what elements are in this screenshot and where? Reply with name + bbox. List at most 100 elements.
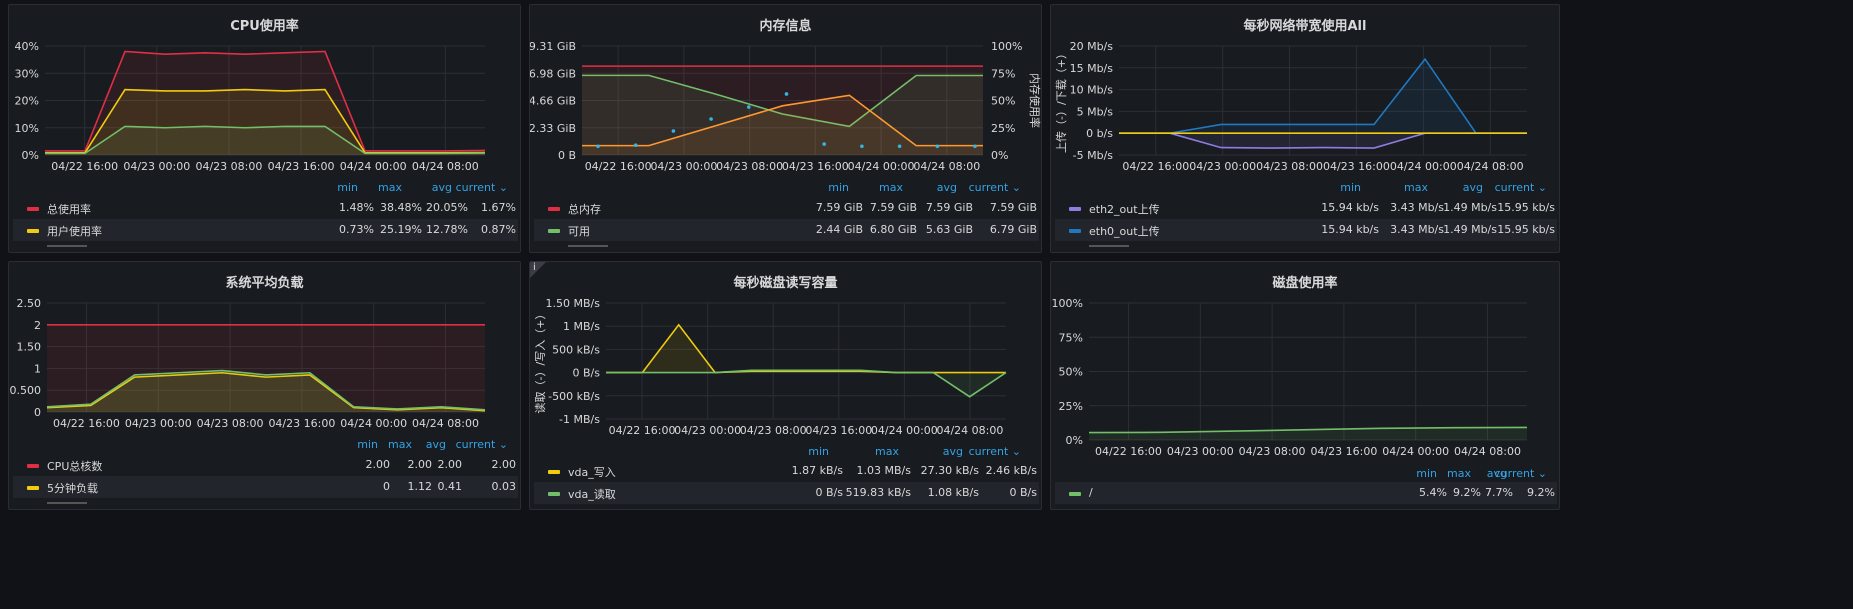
x-tick-label: 04/24 00:00 — [340, 417, 407, 430]
y-tick-label: 1.50 — [17, 341, 42, 354]
data-point — [784, 92, 789, 96]
legend-overflow-row — [13, 502, 518, 506]
legend-series-name: / — [1089, 486, 1093, 499]
legend-value-min: 1.87 kB/s — [791, 464, 843, 477]
legend-header-min[interactable]: min — [357, 438, 378, 451]
legend-value-current: 0.03 — [491, 480, 517, 493]
legend-header-current[interactable]: current ⌄ — [969, 445, 1021, 458]
legend-header-current[interactable]: current ⌄ — [969, 181, 1021, 194]
data-point — [633, 143, 638, 147]
legend-header-avg[interactable]: avg — [937, 181, 957, 194]
legend-row-cpu-cores[interactable]: CPU总核数 2.00 2.00 2.00 2.00 — [13, 454, 518, 476]
legend-header-current[interactable]: current ⌄ — [1495, 181, 1547, 194]
x-tick-label: 04/22 16:00 — [1095, 445, 1162, 458]
system-load-chart[interactable]: 2.50 2 1.50 1 0.500 0 04/22 16:00 04/23 00:00 04… — [9, 262, 521, 442]
series-color-swatch — [27, 207, 39, 211]
legend-value-current: 15.95 kb/s — [1497, 223, 1555, 236]
cpu-usage-chart[interactable]: 40% 30% 20% 10% 0% 04/22 16:00 04/23 00:00 04/2… — [9, 5, 521, 185]
x-tick-label: 04/23 08:00 — [740, 424, 807, 437]
legend-value-current: 0 B/s — [1009, 486, 1037, 499]
legend-header-min[interactable]: min — [1416, 467, 1437, 480]
y-tick-label: 2 — [34, 319, 41, 332]
data-point — [860, 144, 864, 149]
disk-usage-chart[interactable]: 100% 75% 50% 25% 0% 04/22 16:00 04/23 00:00 04/… — [1051, 262, 1560, 462]
y-tick-label: 1 MB/s — [563, 320, 600, 333]
legend-header-current[interactable]: current ⌄ — [1495, 467, 1547, 480]
legend-header-max[interactable]: max — [1447, 467, 1471, 480]
legend-value-max: 7.59 GiB — [869, 201, 917, 214]
legend-header: min max avg current ⌄ — [530, 181, 1041, 195]
legend-header-avg[interactable]: avg — [432, 181, 452, 194]
legend-row-total-memory[interactable]: 总内存 7.59 GiB 7.59 GiB 7.59 GiB 7.59 GiB — [534, 197, 1039, 219]
legend-row-eth2-out[interactable]: eth2_out上传 15.94 kb/s 3.43 Mb/s 1.49 Mb/… — [1055, 197, 1557, 219]
legend-header-min[interactable]: min — [337, 181, 358, 194]
x-tick-label: 04/23 00:00 — [650, 160, 717, 173]
legend-header-avg[interactable]: avg — [943, 445, 963, 458]
x-tick-label: 04/24 08:00 — [412, 417, 479, 430]
legend-header-max[interactable]: max — [875, 445, 899, 458]
legend-value-current: 9.2% — [1527, 486, 1555, 499]
panel-system-load[interactable]: 系统平均负载 2.50 2 1.50 1 0.500 0 04/22 16:00 04/23 … — [8, 261, 521, 510]
data-point — [897, 144, 902, 149]
panel-cpu-usage[interactable]: CPU使用率 40% 30% 20% 10% 0% 04/22 16:00 04/23 00… — [8, 4, 521, 253]
y-axis-label: 上传（-）/下载（+） — [1055, 48, 1068, 153]
legend-value-min: 0.73% — [339, 223, 374, 236]
x-tick-label: 04/23 16:00 — [268, 160, 335, 173]
legend-row-available-memory[interactable]: 可用 2.44 GiB 6.80 GiB 5.63 GiB 6.79 GiB — [534, 219, 1039, 241]
legend-header-current[interactable]: current ⌄ — [456, 181, 508, 194]
panel-network-bandwidth[interactable]: 每秒网络带宽使用All 20 Mb/s 15 Mb/s 10 Mb/s 5 Mb/s 0… — [1050, 4, 1560, 253]
legend-header-min[interactable]: min — [808, 445, 829, 458]
y-axis-label: 读取（-）/写入（+） — [533, 309, 547, 414]
x-tick-label: 04/24 08:00 — [936, 424, 1003, 437]
y-tick-label: 500 kB/s — [552, 343, 600, 356]
legend-row-root-fs[interactable]: / 5.4% 9.2% 7.7% 9.2% — [1055, 482, 1557, 504]
x-tick-label: 04/22 16:00 — [53, 417, 120, 430]
legend-row-eth0-out[interactable]: eth0_out上传 15.94 kb/s 3.43 Mb/s 1.49 Mb/… — [1055, 219, 1557, 241]
x-tick-label: 04/23 00:00 — [123, 160, 190, 173]
legend-value-min: 15.94 kb/s — [1321, 223, 1379, 236]
memory-info-chart[interactable]: 9.31 GiB 6.98 GiB 4.66 GiB 2.33 GiB 0 B 100% 7… — [530, 5, 1042, 185]
y-right-tick-label: 50% — [991, 95, 1015, 108]
legend-header-avg[interactable]: avg — [1463, 181, 1483, 194]
legend-header-max[interactable]: max — [879, 181, 903, 194]
legend-series-name: CPU总核数 — [47, 460, 103, 473]
legend-row-vda-write[interactable]: vda_写入 1.87 kB/s 1.03 MB/s 27.30 kB/s 2.… — [534, 460, 1039, 482]
y-tick-label: -1 MB/s — [559, 413, 600, 426]
legend-series-name: vda_读取 — [568, 488, 616, 501]
legend-series-name: 用户使用率 — [47, 225, 102, 238]
panel-disk-io[interactable]: i 每秒磁盘读写容量 1.50 MB/s 1 MB/s 500 kB/s 0 B/s -… — [529, 261, 1042, 510]
network-bandwidth-chart[interactable]: 20 Mb/s 15 Mb/s 10 Mb/s 5 Mb/s 0 b/s -5 Mb/s 上… — [1051, 5, 1560, 185]
data-point — [671, 129, 676, 133]
legend-value-max: 25.19% — [380, 223, 422, 236]
panel-disk-usage[interactable]: 磁盘使用率 100% 75% 50% 25% 0% 04/22 16:00 04/23 00… — [1050, 261, 1560, 510]
legend-series-name: vda_写入 — [568, 466, 616, 479]
legend-header-max[interactable]: max — [388, 438, 412, 451]
legend-value-avg: 5.63 GiB — [925, 223, 973, 236]
y-right-tick-label: 75% — [991, 67, 1015, 80]
legend-value-min: 5.4% — [1419, 486, 1447, 499]
legend-header-avg[interactable]: avg — [426, 438, 446, 451]
legend-header-min[interactable]: min — [828, 181, 849, 194]
y-tick-label: 0% — [1066, 434, 1083, 447]
legend-row-5min-load[interactable]: 5分钟负载 0 1.12 0.41 0.03 — [13, 476, 518, 498]
disk-io-chart[interactable]: 1.50 MB/s 1 MB/s 500 kB/s 0 B/s -500 kB/s -1 … — [530, 262, 1042, 452]
legend-row-user-usage[interactable]: 用户使用率 0.73% 25.19% 12.78% 0.87% — [13, 219, 518, 241]
x-tick-label: 04/23 08:00 — [1256, 160, 1323, 173]
legend-row-vda-read[interactable]: vda_读取 0 B/s 519.83 kB/s 1.08 kB/s 0 B/s — [534, 482, 1039, 504]
legend-header-max[interactable]: max — [1404, 181, 1428, 194]
y-tick-label: 0 B — [558, 149, 576, 162]
y-right-tick-label: 100% — [991, 40, 1022, 53]
legend-header-min[interactable]: min — [1340, 181, 1361, 194]
legend-header-max[interactable]: max — [378, 181, 402, 194]
panel-memory-info[interactable]: 内存信息 9.31 GiB 6.98 GiB 4.66 GiB 2.33 GiB 0 B… — [529, 4, 1042, 253]
legend-series-name: 总使用率 — [47, 203, 91, 216]
x-tick-label: 04/22 16:00 — [51, 160, 118, 173]
x-tick-label: 04/23 00:00 — [1189, 160, 1256, 173]
x-tick-label: 04/23 00:00 — [125, 417, 192, 430]
legend-value-avg: 7.59 GiB — [925, 201, 973, 214]
legend-value-min: 0 — [383, 480, 390, 493]
legend-header-current[interactable]: current ⌄ — [456, 438, 508, 451]
x-tick-label: 04/22 16:00 — [609, 424, 676, 437]
x-tick-label: 04/23 16:00 — [782, 160, 849, 173]
legend-row-total-usage[interactable]: 总使用率 1.48% 38.48% 20.05% 1.67% — [13, 197, 518, 219]
